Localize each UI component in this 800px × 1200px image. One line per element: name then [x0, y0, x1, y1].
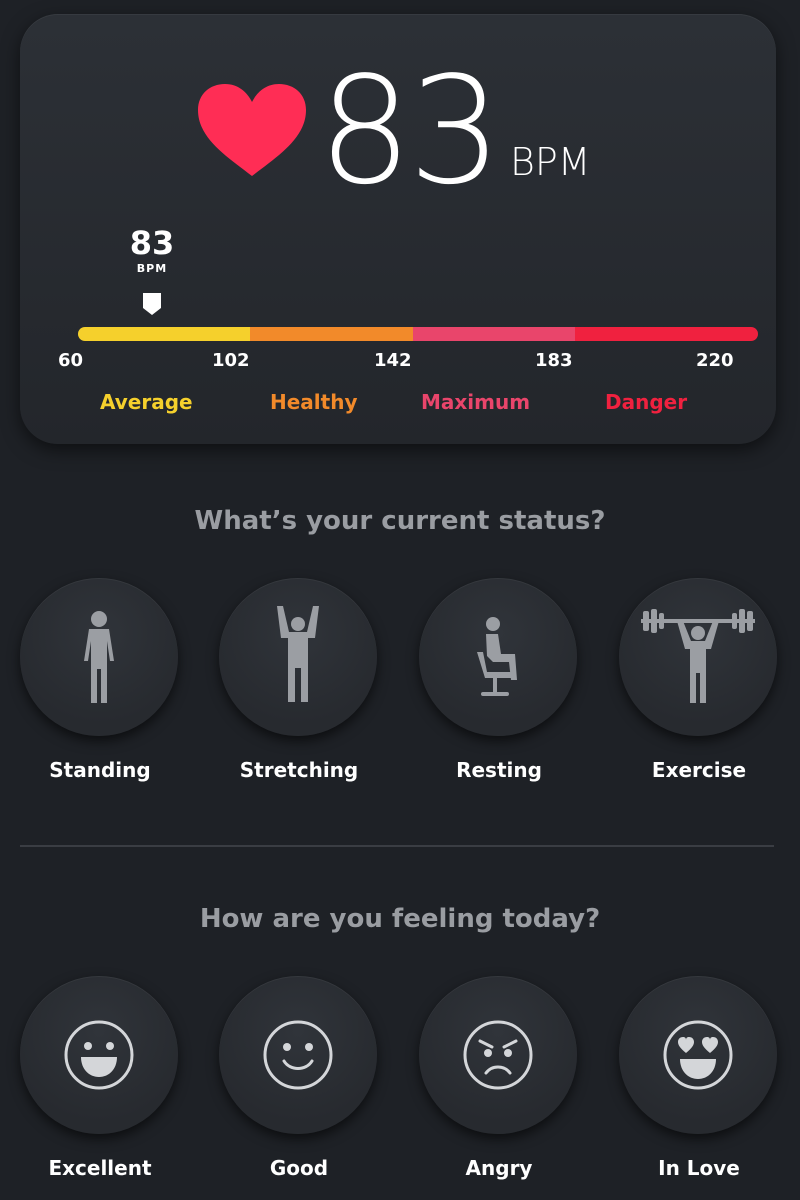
- range-tick: 102: [212, 350, 250, 371]
- marker-value: 83: [129, 224, 175, 262]
- heart-rate-card: 83 BPM 83 BPM 60 102 142 183 220 Average…: [20, 14, 776, 444]
- standing-person-icon: [84, 611, 114, 703]
- zone-label-average: Average: [100, 390, 193, 414]
- zone-label-danger: Danger: [605, 390, 688, 414]
- feeling-option-angry[interactable]: Angry: [419, 976, 579, 1200]
- range-marker: 83 BPM: [120, 224, 184, 315]
- grinning-face-icon: [64, 1020, 134, 1090]
- range-segment-healthy: [250, 327, 413, 341]
- feeling-label-good: Good: [269, 1156, 329, 1180]
- range-tick: 183: [535, 350, 573, 371]
- range-segment-average: [78, 327, 251, 341]
- range-tick: 142: [374, 350, 412, 371]
- status-option-stretching[interactable]: Stretching: [219, 578, 379, 818]
- heart-rate-screen: 83 BPM 83 BPM 60 102 142 183 220 Average…: [0, 0, 800, 1200]
- stretching-person-icon: [277, 606, 319, 702]
- marker-pin-icon: [143, 293, 161, 315]
- feeling-label-angry: Angry: [465, 1156, 533, 1180]
- status-section-title: What’s your current status?: [194, 506, 606, 536]
- status-label-stretching: Stretching: [239, 758, 359, 782]
- status-button-stretching[interactable]: [219, 578, 377, 736]
- status-option-resting[interactable]: Resting: [419, 578, 579, 818]
- feeling-button-excellent[interactable]: [20, 976, 178, 1134]
- status-label-resting: Resting: [456, 758, 542, 782]
- feeling-button-in-love[interactable]: [619, 976, 777, 1134]
- heart-icon: [198, 84, 306, 176]
- heart-rate-unit: BPM: [510, 140, 591, 184]
- section-divider: [20, 845, 774, 847]
- status-option-standing[interactable]: Standing: [20, 578, 180, 818]
- feeling-label-excellent: Excellent: [48, 1156, 152, 1180]
- status-option-exercise[interactable]: Exercise: [619, 578, 779, 818]
- feeling-option-in-love[interactable]: In Love: [619, 976, 779, 1200]
- status-button-resting[interactable]: [419, 578, 577, 736]
- sitting-person-icon: [477, 617, 517, 696]
- feeling-button-angry[interactable]: [419, 976, 577, 1134]
- status-button-standing[interactable]: [20, 578, 178, 736]
- feeling-button-good[interactable]: [219, 976, 377, 1134]
- status-label-standing: Standing: [49, 758, 151, 782]
- zone-label-maximum: Maximum: [421, 390, 531, 414]
- zone-label-healthy: Healthy: [270, 390, 358, 414]
- status-label-exercise: Exercise: [651, 758, 747, 782]
- range-tick: 220: [696, 350, 734, 371]
- feeling-label-in-love: In Love: [658, 1156, 740, 1180]
- range-tick: 60: [58, 350, 84, 371]
- feeling-option-good[interactable]: Good: [219, 976, 379, 1200]
- heart-eyes-face-icon: [663, 1020, 733, 1090]
- heart-rate-value: 83: [318, 45, 502, 217]
- range-segment-danger: [575, 327, 758, 341]
- feeling-option-excellent[interactable]: Excellent: [20, 976, 180, 1200]
- feeling-section-title: How are you feeling today?: [199, 904, 601, 934]
- status-button-exercise[interactable]: [619, 578, 777, 736]
- angry-face-icon: [463, 1020, 533, 1090]
- marker-unit: BPM: [136, 262, 168, 275]
- weightlifting-person-icon: [641, 609, 755, 703]
- range-segment-maximum: [412, 327, 576, 341]
- smiling-face-icon: [263, 1020, 333, 1090]
- heart-rate-range-bar: [78, 327, 758, 341]
